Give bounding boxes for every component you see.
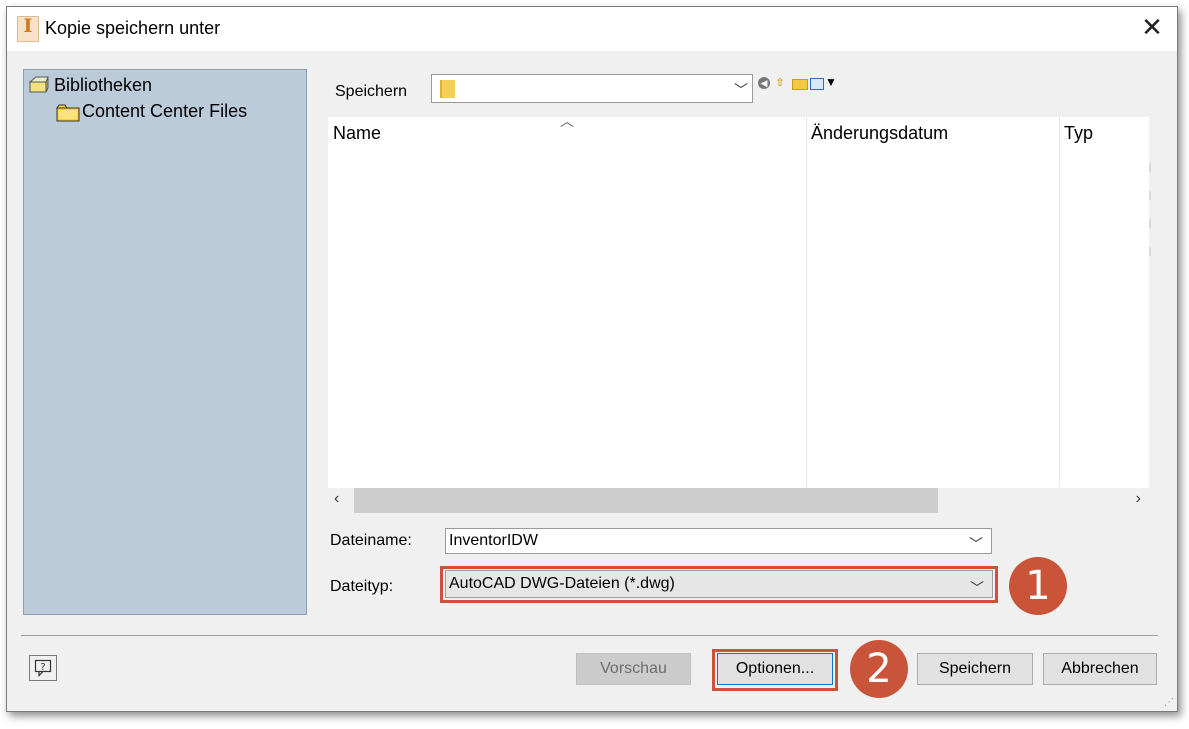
filetype-select[interactable]: AutoCAD DWG-Dateien (*.dwg) ﹀ [445,570,993,598]
libraries-icon [28,76,49,93]
filetype-value: AutoCAD DWG-Dateien (*.dwg) [449,575,675,592]
folder-icon [56,104,80,122]
help-bubble-icon: ? [34,659,52,677]
chevron-down-icon[interactable]: ﹀ [969,532,983,556]
clipped-column-mark: ᛁ [1147,191,1153,202]
save-copy-dialog: I Kopie speichern unter ✕ Bibliotheken C… [6,6,1178,712]
places-panel: Bibliotheken Content Center Files [23,69,307,615]
up-folder-icon[interactable]: ⇧ [774,77,786,89]
scroll-right-icon[interactable]: › [1136,490,1141,508]
svg-text:?: ? [40,662,45,673]
footer-divider [21,635,1158,636]
scroll-left-icon[interactable]: ‹ [334,490,339,508]
filename-value: InventorIDW [449,532,538,549]
save-button[interactable]: Speichern [917,653,1033,685]
folder-icon [440,80,455,98]
clipped-column-mark: ᛁ [1147,247,1153,258]
back-icon[interactable]: ◀ [758,77,770,89]
filename-input[interactable]: InventorIDW ﹀ [445,528,992,554]
place-label: Content Center Files [82,101,248,121]
column-header-type[interactable]: Typ [1064,123,1093,144]
column-header-date[interactable]: Änderungsdatum [811,123,948,144]
close-icon[interactable]: ✕ [1137,13,1167,43]
callout-badge-2: 2 [850,640,908,698]
clipped-column-mark: ᛁ [1147,219,1153,230]
preview-button[interactable]: Vorschau [576,653,691,685]
sort-ascending-icon: ︿ [560,113,574,129]
clipped-column-mark: ᛁ [1147,163,1153,174]
horizontal-scrollbar[interactable]: ‹ › [328,488,1149,513]
options-button[interactable]: Optionen... [717,653,833,685]
inventor-app-icon: I [17,15,39,42]
chevron-down-icon[interactable]: ﹀ [734,80,748,100]
column-divider [806,117,807,487]
help-icon[interactable]: ? [29,655,57,681]
resize-grip-icon[interactable]: ⋰ [1164,697,1174,708]
filetype-label: Dateityp: [330,578,394,595]
column-divider [1059,117,1060,487]
caret-down-icon[interactable]: ▼ [825,76,837,88]
save-in-label: Speichern [335,83,408,100]
window-title: Kopie speichern unter [45,18,221,38]
place-label: Bibliotheken [54,75,153,95]
app-icon-letter: I [23,15,33,37]
view-menu-icon[interactable] [810,78,824,90]
save-in-combo[interactable]: ﹀ [431,74,753,103]
filename-label: Dateiname: [330,532,412,549]
chevron-down-icon[interactable]: ﹀ [970,575,984,601]
scrollbar-thumb[interactable] [354,488,938,513]
file-list[interactable]: ︿ Name Änderungsdatum Typ ᛁ ᛁ ᛁ ᛁ ‹ › [328,113,1153,513]
new-folder-icon[interactable] [792,79,808,90]
callout-badge-1: 1 [1009,557,1067,615]
column-header-name[interactable]: Name [333,123,381,144]
cancel-button[interactable]: Abbrechen [1043,653,1157,685]
title-bar: I Kopie speichern unter ✕ [7,7,1177,51]
